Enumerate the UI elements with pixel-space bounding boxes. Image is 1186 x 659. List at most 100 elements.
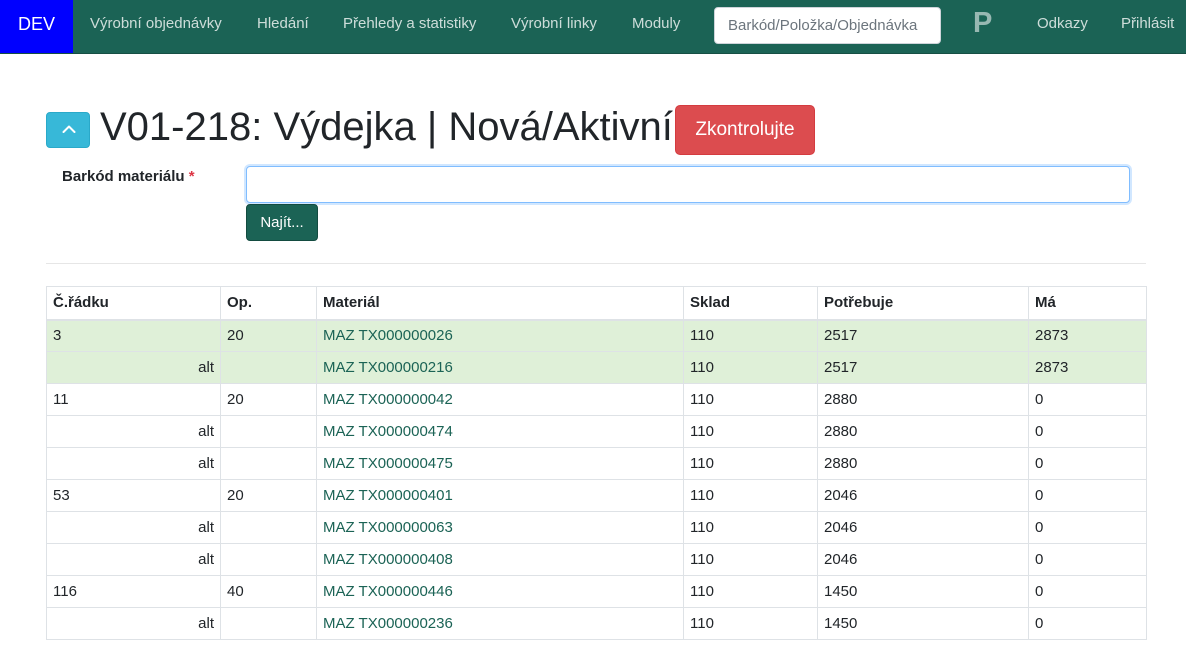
store-cell: 110 <box>683 543 818 576</box>
divider <box>46 263 1146 264</box>
header-store: Sklad <box>683 286 818 321</box>
material-link[interactable]: MAZ TX000000408 <box>323 551 453 568</box>
needs-cell: 2046 <box>817 511 1029 544</box>
has-cell: 2873 <box>1028 319 1147 352</box>
table-row: alt MAZ TX000000216 110 2517 2873 <box>46 351 1147 384</box>
material-cell: MAZ TX000000475 <box>316 447 684 480</box>
line-number-cell: 11 <box>46 383 221 416</box>
operation-cell <box>220 415 317 448</box>
store-cell: 110 <box>683 479 818 512</box>
line-number-cell: 116 <box>46 575 221 608</box>
quick-search-input[interactable] <box>714 7 941 44</box>
has-cell: 0 <box>1028 383 1147 416</box>
needs-cell: 2046 <box>817 479 1029 512</box>
needs-cell: 2880 <box>817 447 1029 480</box>
line-number-cell: 3 <box>46 319 221 352</box>
has-cell: 0 <box>1028 543 1147 576</box>
material-cell: MAZ TX000000236 <box>316 607 684 640</box>
material-cell: MAZ TX000000026 <box>316 319 684 352</box>
store-cell: 110 <box>683 415 818 448</box>
needs-cell: 1450 <box>817 607 1029 640</box>
material-link[interactable]: MAZ TX000000446 <box>323 583 453 600</box>
line-number-cell: alt <box>46 447 221 480</box>
barcode-input[interactable] <box>246 166 1130 203</box>
material-cell: MAZ TX000000042 <box>316 383 684 416</box>
material-link[interactable]: MAZ TX000000401 <box>323 487 453 504</box>
nav-production-lines[interactable]: Výrobní linky <box>511 0 597 53</box>
needs-cell: 2046 <box>817 543 1029 576</box>
header-material: Materiál <box>316 286 684 321</box>
store-cell: 110 <box>683 447 818 480</box>
operation-cell: 40 <box>220 575 317 608</box>
has-cell: 0 <box>1028 415 1147 448</box>
barcode-label-text: Barkód materiálu <box>62 168 185 185</box>
table-row: 116 40 MAZ TX000000446 110 1450 0 <box>46 575 1147 608</box>
operation-cell <box>220 607 317 640</box>
store-cell: 110 <box>683 383 818 416</box>
operation-cell <box>220 543 317 576</box>
table-row: alt MAZ TX000000475 110 2880 0 <box>46 447 1147 480</box>
operation-cell <box>220 511 317 544</box>
store-cell: 110 <box>683 607 818 640</box>
line-number-cell: alt <box>46 543 221 576</box>
line-number-cell: alt <box>46 511 221 544</box>
needs-cell: 2880 <box>817 383 1029 416</box>
chevron-up-icon <box>62 125 76 133</box>
nav-reports[interactable]: Přehledy a statistiky <box>343 0 476 53</box>
header-line-number: Č.řádku <box>46 286 221 321</box>
needs-cell: 1450 <box>817 575 1029 608</box>
material-link[interactable]: MAZ TX000000474 <box>323 423 453 440</box>
operation-cell: 20 <box>220 479 317 512</box>
needs-cell: 2517 <box>817 351 1029 384</box>
has-cell: 0 <box>1028 607 1147 640</box>
has-cell: 2873 <box>1028 351 1147 384</box>
environment-badge: DEV <box>0 0 73 53</box>
material-link[interactable]: MAZ TX000000236 <box>323 615 453 632</box>
table-row: alt MAZ TX000000474 110 2880 0 <box>46 415 1147 448</box>
app-logo[interactable]: P <box>973 0 992 53</box>
table-row: 3 20 MAZ TX000000026 110 2517 2873 <box>46 319 1147 352</box>
nav-search[interactable]: Hledání <box>257 0 309 53</box>
table-row: alt MAZ TX000000408 110 2046 0 <box>46 543 1147 576</box>
nav-modules[interactable]: Moduly <box>632 0 680 53</box>
operation-cell: 20 <box>220 383 317 416</box>
material-cell: MAZ TX000000446 <box>316 575 684 608</box>
line-number-cell: alt <box>46 607 221 640</box>
header-operation: Op. <box>220 286 317 321</box>
store-cell: 110 <box>683 575 818 608</box>
operation-cell <box>220 447 317 480</box>
has-cell: 0 <box>1028 575 1147 608</box>
nav-login[interactable]: Přihlásit <box>1121 0 1174 53</box>
store-cell: 110 <box>683 319 818 352</box>
material-link[interactable]: MAZ TX000000475 <box>323 455 453 472</box>
table-header-row: Č.řádku Op. Materiál Sklad Potřebuje Má <box>46 286 1147 321</box>
check-button[interactable]: Zkontrolujte <box>675 105 815 155</box>
nav-links[interactable]: Odkazy <box>1037 0 1088 53</box>
has-cell: 0 <box>1028 479 1147 512</box>
table-body: 3 20 MAZ TX000000026 110 2517 2873 alt MAZ TX00… <box>46 319 1147 640</box>
header-needs: Potřebuje <box>817 286 1029 321</box>
needs-cell: 2880 <box>817 415 1029 448</box>
page-title: V01-218: Výdejka | Nová/Aktivní <box>100 105 673 149</box>
material-link[interactable]: MAZ TX000000063 <box>323 519 453 536</box>
needs-cell: 2517 <box>817 319 1029 352</box>
material-link[interactable]: MAZ TX000000026 <box>323 327 453 344</box>
header-has: Má <box>1028 286 1147 321</box>
store-cell: 110 <box>683 351 818 384</box>
table-row: alt MAZ TX000000063 110 2046 0 <box>46 511 1147 544</box>
material-cell: MAZ TX000000408 <box>316 543 684 576</box>
table-row: 11 20 MAZ TX000000042 110 2880 0 <box>46 383 1147 416</box>
material-link[interactable]: MAZ TX000000216 <box>323 359 453 376</box>
operation-cell <box>220 351 317 384</box>
material-link[interactable]: MAZ TX000000042 <box>323 391 453 408</box>
material-cell: MAZ TX000000474 <box>316 415 684 448</box>
materials-table: Č.řádku Op. Materiál Sklad Potřebuje Má … <box>46 286 1147 640</box>
line-number-cell: 53 <box>46 479 221 512</box>
has-cell: 0 <box>1028 511 1147 544</box>
has-cell: 0 <box>1028 447 1147 480</box>
find-button[interactable]: Najít... <box>246 204 318 241</box>
barcode-label: Barkód materiálu * <box>62 168 195 185</box>
nav-production-orders[interactable]: Výrobní objednávky <box>90 0 222 53</box>
top-navbar: DEV Výrobní objednávky Hledání Přehledy … <box>0 0 1186 54</box>
collapse-button[interactable] <box>46 112 90 148</box>
